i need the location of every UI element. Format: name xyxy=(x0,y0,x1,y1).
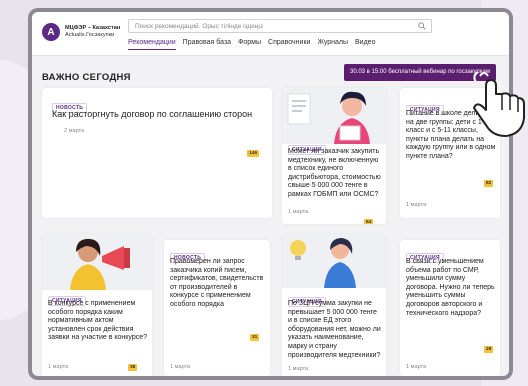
card-situation-5[interactable]: СИТУАЦИЯ В связи с уменьшением объема ра… xyxy=(400,240,500,376)
card-title: В связи с уменьшением объема работ по СМ… xyxy=(406,258,495,317)
woman-idea-illustration xyxy=(290,238,356,288)
laptop-frame: А МЦФЭР – Казахстан Actualis.Госзакупки … xyxy=(28,8,513,380)
card-illustration xyxy=(282,234,386,288)
nav-item-legal-base[interactable]: Правовая база xyxy=(183,39,231,50)
card-date: 1 марта xyxy=(406,364,427,370)
card-date: 1 марта xyxy=(406,202,427,208)
card-date: 1 марта xyxy=(48,364,69,370)
views-badge: 31 xyxy=(250,334,260,341)
search-input[interactable]: Поиск рекомендаций. Орыс тілінде іздеңіз xyxy=(128,19,432,33)
card-news-2[interactable]: НОВОСТЬ Правомерен ли запрос заказчика к… xyxy=(164,240,270,376)
card-date: 1 марта xyxy=(170,364,191,370)
pointer-hand-icon xyxy=(473,71,525,137)
nav-item-video[interactable]: Видео xyxy=(355,39,375,50)
views-badge: 28 xyxy=(484,346,494,353)
logo-line1: МЦФЭР – Казахстан xyxy=(65,25,121,31)
woman-megaphone-illustration xyxy=(70,238,130,290)
card-title: Может ли заказчик закупить медтехнику, н… xyxy=(288,148,381,198)
card-situation-4[interactable]: СИТУАЦИЯ По ЗЦП сумма закупки не превыша… xyxy=(282,234,386,376)
section-title: ВАЖНО СЕГОДНЯ xyxy=(42,72,131,83)
card-situation-1[interactable]: СИТУАЦИЯ Может ли заказчик закупить медт… xyxy=(282,88,386,224)
card-title: Как расторгнуть договор по соглашению ст… xyxy=(52,109,253,119)
card-date: 1 марта xyxy=(288,209,309,215)
nav-item-recommendations[interactable]: Рекомендации xyxy=(128,39,176,50)
nav-item-journals[interactable]: Журналы xyxy=(317,39,348,50)
app-screen: А МЦФЭР – Казахстан Actualis.Госзакупки … xyxy=(32,12,509,376)
search-icon[interactable] xyxy=(418,22,426,30)
nav-item-references[interactable]: Справочники xyxy=(268,39,310,50)
views-badge: 146 xyxy=(247,150,260,157)
views-badge: 38 xyxy=(128,364,138,371)
header: А МЦФЭР – Казахстан Actualis.Госзакупки … xyxy=(32,12,509,56)
search-placeholder: Поиск рекомендаций. Орыс тілінде іздеңіз xyxy=(135,23,263,30)
card-title: Правомерен ли запрос заказчика копий пис… xyxy=(170,258,264,308)
card-title: По ЗЦП сумма закупки не превышает 5 000 … xyxy=(288,300,381,359)
views-badge: 82 xyxy=(484,180,494,187)
nav-item-forms[interactable]: Формы xyxy=(238,39,261,50)
views-badge: 64 xyxy=(364,219,374,224)
main-nav: Рекомендации Правовая база Формы Справоч… xyxy=(128,39,375,50)
woman-reading-illustration xyxy=(287,91,370,144)
logo-line2: Actualis.Госзакупки xyxy=(65,32,115,38)
card-situation-3[interactable]: СИТУАЦИЯ В конкурсе с применением особог… xyxy=(42,234,152,376)
card-illustration xyxy=(282,88,386,144)
card-illustration xyxy=(42,234,152,290)
card-title: В конкурсе с применением особого порядка… xyxy=(48,300,148,342)
card-date: 1 марта xyxy=(288,366,309,372)
card-date: 2 марта xyxy=(64,128,85,134)
logo[interactable]: А МЦФЭР – Казахстан Actualis.Госзакупки xyxy=(42,23,123,41)
logo-icon: А xyxy=(42,23,60,41)
card-news-1[interactable]: НОВОСТЬ Как расторгнуть договор по согла… xyxy=(42,88,272,218)
